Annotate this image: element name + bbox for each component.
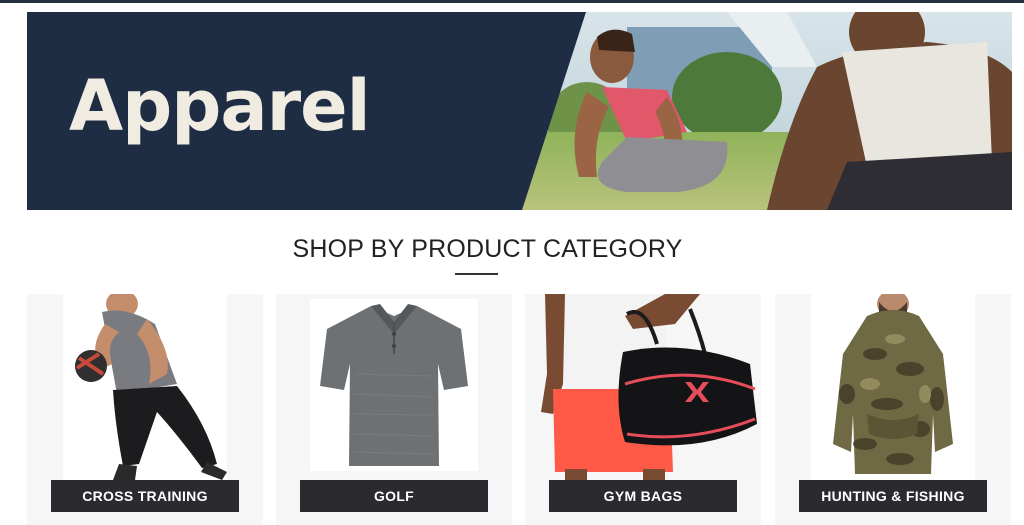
category-card-hunting-fishing[interactable]: HUNTING & FISHING (775, 294, 1011, 525)
category-label-gym-bags[interactable]: GYM BAGS (549, 480, 737, 512)
category-label-hunting-fishing[interactable]: HUNTING & FISHING (799, 480, 987, 512)
heading-underline (455, 273, 498, 275)
category-card-cross-training[interactable]: CROSS TRAINING (27, 294, 263, 525)
top-divider (0, 0, 1024, 3)
hero-banner[interactable]: Apparel (27, 12, 1012, 210)
category-label-cross-training[interactable]: CROSS TRAINING (51, 480, 239, 512)
category-card-golf[interactable]: GOLF (276, 294, 512, 525)
category-label-golf[interactable]: GOLF (300, 480, 488, 512)
hero-title: Apparel (69, 65, 371, 147)
section-heading: SHOP BY PRODUCT CATEGORY (292, 235, 683, 263)
category-card-gym-bags[interactable]: GYM BAGS (525, 294, 761, 525)
